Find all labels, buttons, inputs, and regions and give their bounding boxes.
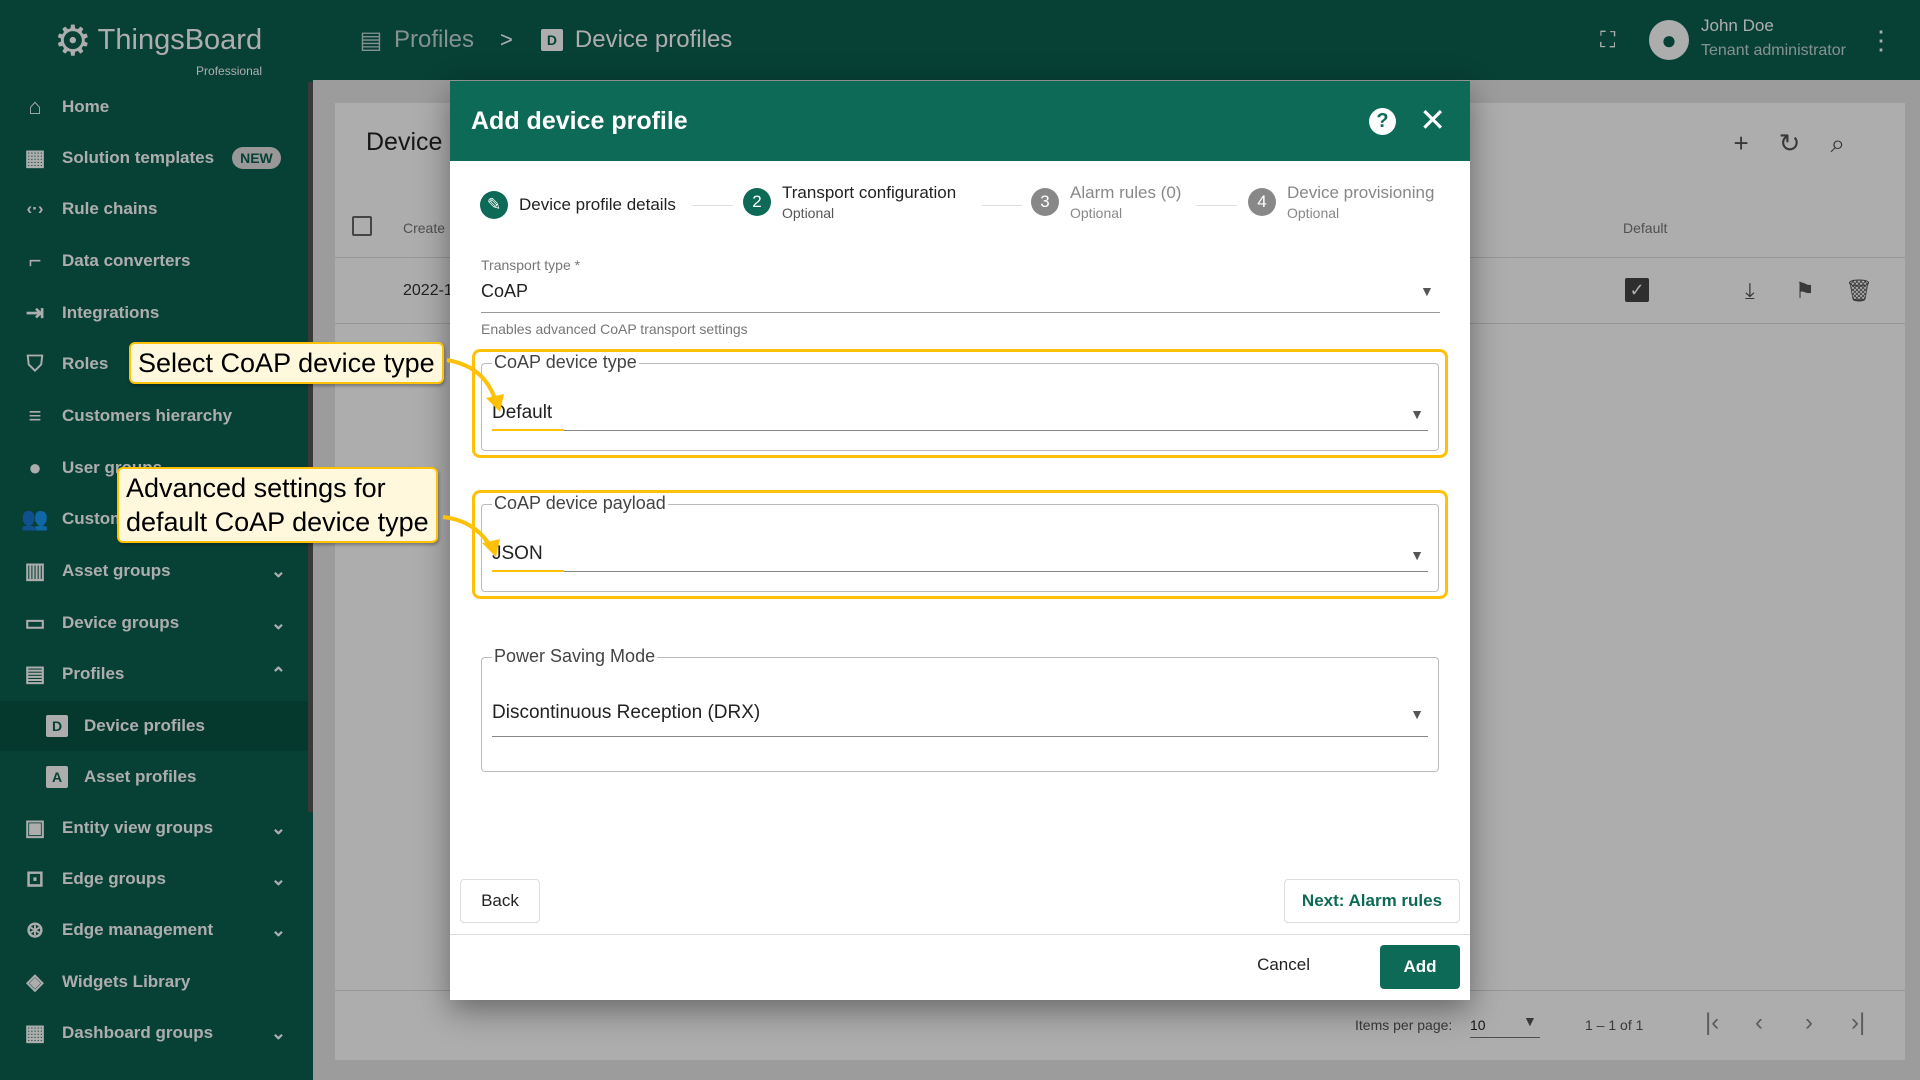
step-connector <box>1197 205 1237 206</box>
step-number: 4 <box>1248 188 1276 216</box>
close-icon[interactable]: ✕ <box>1419 101 1446 139</box>
dropdown-arrow-icon[interactable]: ▼ <box>1410 706 1424 722</box>
step-connector <box>982 205 1022 206</box>
step-device-provisioning[interactable]: 4 Device provisioning Optional <box>1248 183 1434 221</box>
step-number: 3 <box>1031 188 1059 216</box>
callout-text-line-2: default CoAP device type <box>126 507 429 537</box>
dropdown-arrow-icon[interactable]: ▼ <box>1420 283 1434 299</box>
add-button[interactable]: Add <box>1380 945 1460 989</box>
coap-device-type-label: CoAP device type <box>492 352 639 373</box>
highlight-underline <box>492 570 564 572</box>
cancel-button[interactable]: Cancel <box>1257 955 1310 975</box>
power-saving-label: Power Saving Mode <box>492 646 658 667</box>
add-device-profile-dialog: Add device profile ? ✕ ✎ Device profile … <box>450 81 1470 1000</box>
step-optional: Optional <box>1070 205 1123 221</box>
dialog-header: Add device profile ? ✕ <box>450 81 1470 161</box>
coap-device-payload-fieldset: CoAP device payload JSON ▼ <box>481 493 1439 592</box>
step-label: Device profile details <box>519 195 676 214</box>
dialog-title: Add device profile <box>471 106 688 135</box>
step-optional: Optional <box>1287 205 1340 221</box>
next-alarm-rules-button[interactable]: Next: Alarm rules <box>1284 879 1460 923</box>
step-alarm-rules[interactable]: 3 Alarm rules (0) Optional <box>1031 183 1181 221</box>
dropdown-arrow-icon[interactable]: ▼ <box>1410 547 1424 563</box>
callout-text-line-1: Advanced settings for <box>126 473 386 503</box>
dropdown-arrow-icon[interactable]: ▼ <box>1410 406 1424 422</box>
transport-type-select[interactable]: CoAP <box>481 281 528 302</box>
transport-type-label: Transport type * <box>481 257 581 273</box>
step-label: Device provisioning <box>1287 183 1435 202</box>
transport-type-hint: Enables advanced CoAP transport settings <box>481 321 748 337</box>
coap-payload-underline <box>492 571 1428 572</box>
callout-select-coap-device-type: Select CoAP device type <box>129 342 444 384</box>
power-saving-select[interactable]: Discontinuous Reception (DRX) <box>492 702 760 724</box>
callout-advanced-settings: Advanced settings for default CoAP devic… <box>117 467 438 543</box>
step-device-profile-details[interactable]: ✎ Device profile details <box>480 191 676 219</box>
back-button[interactable]: Back <box>460 879 540 923</box>
highlight-underline <box>492 429 564 431</box>
coap-payload-label: CoAP device payload <box>492 493 668 514</box>
edit-icon: ✎ <box>480 191 508 219</box>
callout-text: Select CoAP device type <box>138 348 435 378</box>
power-saving-underline <box>492 736 1428 737</box>
dialog-divider <box>450 934 1470 935</box>
coap-device-type-fieldset: CoAP device type Default ▼ <box>481 352 1439 451</box>
stepper: ✎ Device profile details 2 Transport con… <box>480 183 1440 251</box>
step-optional: Optional <box>782 205 835 221</box>
step-connector <box>693 205 733 206</box>
coap-device-type-underline <box>492 430 1428 431</box>
step-label: Transport configuration <box>782 183 957 202</box>
help-icon[interactable]: ? <box>1369 108 1396 135</box>
transport-type-underline <box>481 312 1440 313</box>
step-transport-configuration[interactable]: 2 Transport configuration Optional <box>743 183 956 221</box>
coap-device-type-select[interactable]: Default <box>492 402 552 424</box>
step-number: 2 <box>743 188 771 216</box>
power-saving-mode-fieldset: Power Saving Mode Discontinuous Receptio… <box>481 646 1439 772</box>
coap-payload-select[interactable]: JSON <box>492 543 543 565</box>
step-label: Alarm rules (0) <box>1070 183 1182 202</box>
